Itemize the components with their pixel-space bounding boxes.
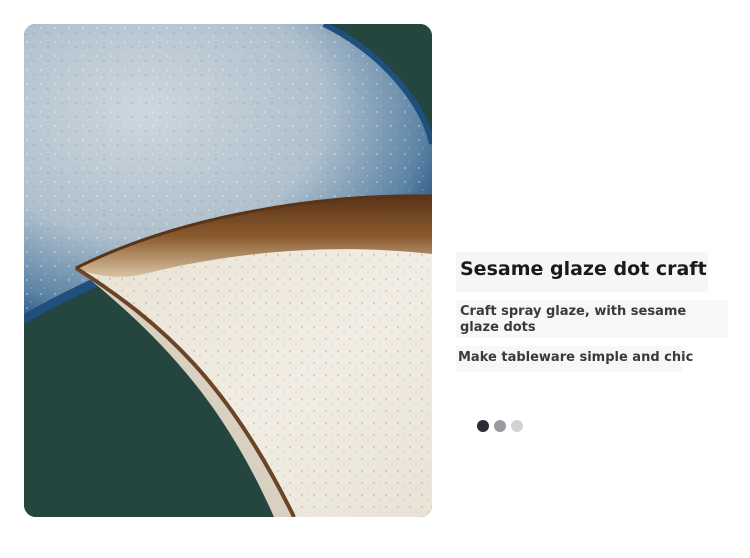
carousel-dot-1[interactable] <box>477 420 489 432</box>
product-photo <box>24 24 432 517</box>
plates-illustration <box>24 24 432 517</box>
caption-description: Craft spray glaze, with sesame glaze dot… <box>460 304 687 335</box>
carousel-dot-2[interactable] <box>494 420 506 432</box>
heading-background: Sesame glaze dot craft <box>456 252 708 292</box>
description-background: Craft spray glaze, with sesame glaze dot… <box>456 300 728 338</box>
caption-subtext: Make tableware simple and chic <box>458 350 694 365</box>
subtext-background: Make tableware simple and chic <box>456 346 693 372</box>
carousel-dot-3[interactable] <box>511 420 523 432</box>
carousel-dots <box>477 420 523 432</box>
caption-heading: Sesame glaze dot craft <box>460 258 707 280</box>
